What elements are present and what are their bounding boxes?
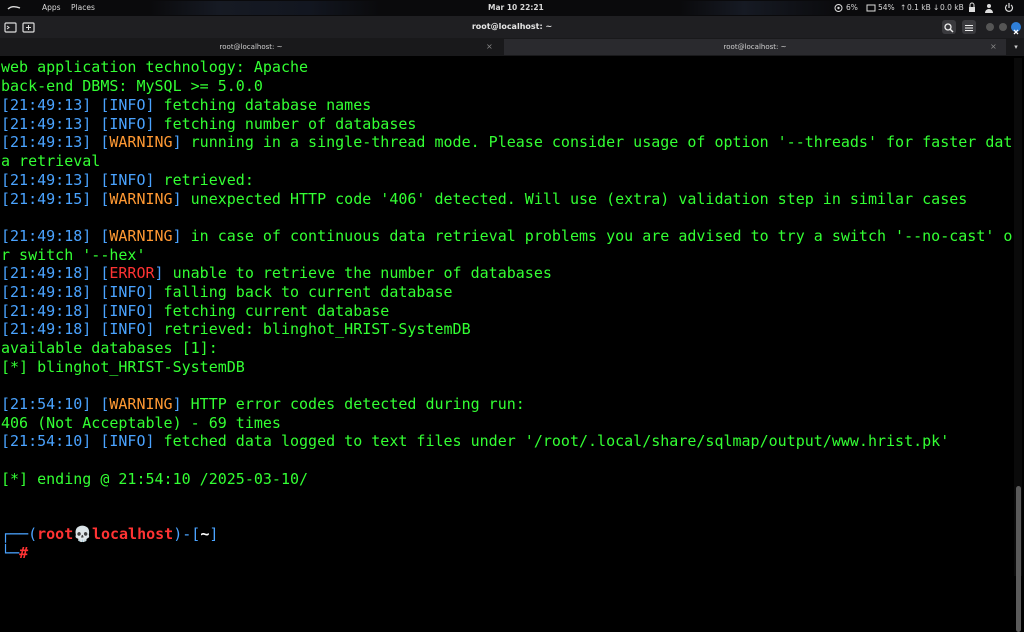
log-line: [21:54:10] [WARNING] HTTP error codes de… <box>1 395 525 413</box>
output-line: web application technology: Apache <box>1 58 309 76</box>
tab-label: root@localhost: ~ <box>723 43 787 51</box>
output-line: available databases [1]: <box>1 339 218 357</box>
output-line: [*] blinghot_HRIST-SystemDB <box>1 358 245 376</box>
log-line: [21:49:18] [WARNING] in case of continuo… <box>1 227 1013 245</box>
shell-input-line[interactable]: └─# <box>1 544 28 562</box>
upload-speed: 0.1 kB <box>907 3 931 12</box>
output-line: [*] ending @ 21:54:10 /2025-03-10/ <box>1 470 309 488</box>
places-menu[interactable]: Places <box>71 0 95 16</box>
wallpaper-dragon-right <box>680 1 840 15</box>
search-icon[interactable] <box>942 20 956 34</box>
memory-icon <box>866 0 876 16</box>
terminal-output[interactable]: web application technology: Apache back-… <box>0 58 1013 576</box>
wallpaper-dragon-left <box>150 1 380 15</box>
log-line: [21:49:13] [INFO] fetching database name… <box>1 96 372 114</box>
output-line: 406 (Not Acceptable) - 69 times <box>1 414 281 432</box>
apps-menu[interactable]: Apps <box>42 0 61 16</box>
terminal-scrollbar[interactable] <box>1014 58 1022 632</box>
shell-prompt: ┌──(root💀localhost)-[~] <box>1 525 219 543</box>
cpu-icon <box>834 0 843 16</box>
user-menu-icon[interactable] <box>984 0 994 16</box>
download-speed: 0.0 kB <box>940 3 964 12</box>
power-icon[interactable] <box>1004 0 1014 16</box>
log-line: [21:49:18] [ERROR] unable to retrieve th… <box>1 264 552 282</box>
output-line: back-end DBMS: MySQL >= 5.0.0 <box>1 77 263 95</box>
log-line: [21:49:15] [WARNING] unexpected HTTP cod… <box>1 190 968 208</box>
terminal-title-bar[interactable]: root@localhost: ~ <box>0 16 1024 38</box>
close-window-button[interactable] <box>1011 22 1021 35</box>
tab-2[interactable]: root@localhost: ~ × <box>504 39 1006 55</box>
upload-arrow-icon: ↑ <box>900 3 907 12</box>
lock-screen-icon[interactable] <box>968 0 976 16</box>
close-tab-icon[interactable]: × <box>990 39 997 55</box>
output-line: a retrieval <box>1 152 101 170</box>
window-title: root@localhost: ~ <box>471 22 553 31</box>
tab-label: root@localhost: ~ <box>219 43 283 51</box>
tab-1[interactable]: root@localhost: ~ × <box>0 39 502 55</box>
log-line: [21:49:18] [INFO] falling back to curren… <box>1 283 453 301</box>
log-line: [21:49:13] [INFO] fetching number of dat… <box>1 115 417 133</box>
log-line: [21:49:18] [INFO] fetching current datab… <box>1 302 390 320</box>
tab-bar: root@localhost: ~ × root@localhost: ~ × … <box>0 38 1024 56</box>
hamburger-menu-icon[interactable] <box>962 20 976 34</box>
log-line: [21:54:10] [INFO] fetched data logged to… <box>1 432 950 450</box>
log-line: [21:49:13] [INFO] retrieved: <box>1 171 254 189</box>
system-top-bar: Apps Places Mar 10 22:21 6% 54% ↑ 0.1 kB… <box>0 0 1024 16</box>
minimize-button[interactable] <box>986 23 994 31</box>
clock[interactable]: Mar 10 22:21 <box>488 0 544 16</box>
scrollbar-thumb[interactable] <box>1016 486 1021 632</box>
cpu-usage: 6% <box>846 3 858 12</box>
kali-menu-icon[interactable] <box>6 0 22 16</box>
download-arrow-icon: ↓ <box>933 3 940 12</box>
output-line: r switch '--hex' <box>1 246 146 264</box>
memory-usage: 54% <box>878 3 895 12</box>
log-line: [21:49:18] [INFO] retrieved: blinghot_HR… <box>1 320 471 338</box>
maximize-button[interactable] <box>999 23 1007 31</box>
skull-icon: 💀 <box>73 525 92 543</box>
log-line: [21:49:13] [WARNING] running in a single… <box>1 133 1013 151</box>
close-tab-icon[interactable]: × <box>486 39 493 55</box>
tab-dropdown-icon[interactable]: ▾ <box>1010 39 1022 55</box>
